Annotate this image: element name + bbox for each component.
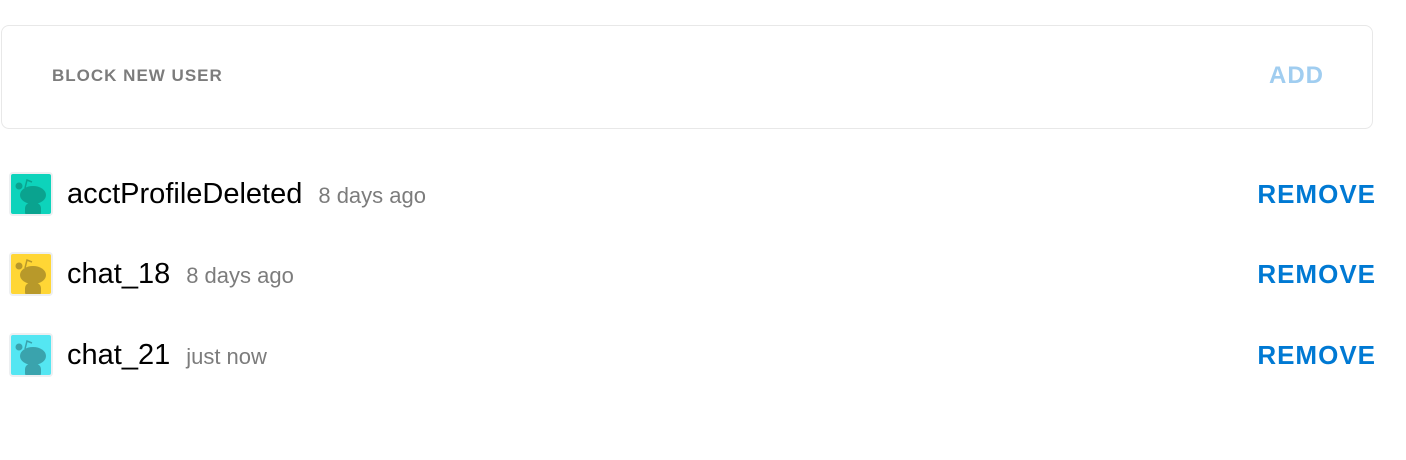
snoo-avatar-icon	[15, 178, 46, 214]
avatar	[9, 333, 53, 377]
snoo-avatar-icon	[15, 339, 46, 375]
username[interactable]: chat_21	[67, 339, 170, 372]
add-button[interactable]: ADD	[1269, 62, 1324, 90]
block-new-user-form: ADD	[1, 25, 1373, 129]
blocked-time: just now	[186, 344, 267, 369]
username[interactable]: acctProfileDeleted	[67, 178, 302, 211]
remove-button[interactable]: REMOVE	[1257, 340, 1376, 371]
username[interactable]: chat_18	[67, 258, 170, 291]
blocked-time: 8 days ago	[318, 183, 426, 208]
blocked-user-row: chat_18 8 days ago REMOVE	[0, 250, 1376, 298]
blocked-user-row: acctProfileDeleted 8 days ago REMOVE	[0, 170, 1376, 218]
snoo-avatar-icon	[15, 258, 46, 294]
blocked-time: 8 days ago	[186, 263, 294, 288]
avatar	[9, 252, 53, 296]
avatar	[9, 172, 53, 216]
block-user-input[interactable]	[50, 60, 1204, 92]
blocked-user-row: chat_21 just now REMOVE	[0, 331, 1376, 379]
remove-button[interactable]: REMOVE	[1257, 179, 1376, 210]
remove-button[interactable]: REMOVE	[1257, 259, 1376, 290]
